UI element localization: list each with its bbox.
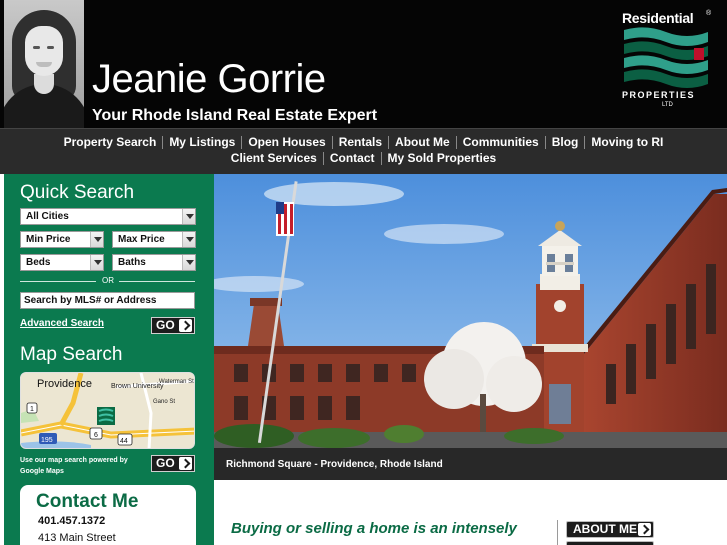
agent-name: Jeanie Gorrie [92,57,326,101]
map-university-label: Brown University [111,383,164,390]
contact-address: 413 Main Street [38,532,116,544]
intro-text: Buying or selling a home is an intensely [231,520,517,537]
map-street-label-1: Waterman St [159,379,194,385]
go-label: GO [156,318,175,332]
chevron-down-icon [182,255,195,270]
map-route-44: 44 [120,438,128,445]
agent-tagline: Your Rhode Island Real Estate Expert [92,107,378,124]
advanced-search-link[interactable]: Advanced Search [20,318,104,329]
about-me-button[interactable]: ABOUT ME [566,521,654,538]
nav-row-2: Client Services Contact My Sold Properties [0,150,727,166]
max-price-select[interactable]: Max Price [112,231,196,248]
max-price-value: Max Price [118,234,165,245]
brokerage-logo[interactable]: Residential ® PROPERTIES LTD [622,10,714,110]
chevron-right-icon [179,457,192,470]
baths-select[interactable]: Baths [112,254,196,271]
beds-value: Beds [26,257,51,268]
nav-moving-to-ri[interactable]: Moving to RI [585,134,669,150]
chevron-down-icon [182,209,195,224]
content-divider [557,520,558,545]
chevron-right-icon [179,319,192,332]
site-header: Jeanie Gorrie Your Rhode Island Real Est… [0,0,727,128]
city-select-value: All Cities [26,211,69,222]
min-price-value: Min Price [26,234,71,245]
map-search-note: Use our map search powered by Google Map… [20,457,128,475]
map-search-thumbnail[interactable]: Providence Brown University Waterman St … [20,372,195,449]
chevron-down-icon [90,232,103,247]
brand-properties: PROPERTIES [622,90,696,100]
brand-reg-mark: ® [706,10,712,17]
quick-search-title: Quick Search [20,182,135,203]
nav-about-me[interactable]: About Me [389,134,456,150]
or-text: OR [102,276,114,285]
hero-photo [214,174,727,480]
chevron-down-icon [182,232,195,247]
brand-ltd: LTD [662,102,673,108]
nav-rentals[interactable]: Rentals [333,134,388,150]
contact-box: Contact Me 401.457.1372 413 Main Street [20,485,196,545]
quick-search-go-button[interactable]: GO [151,317,195,334]
nav-contact[interactable]: Contact [324,150,381,166]
go-label: GO [156,456,175,470]
map-search-title: Map Search [20,344,123,365]
chevron-down-icon [90,255,103,270]
agent-portrait [4,0,84,128]
chevron-right-icon [638,523,651,536]
baths-value: Baths [118,257,146,268]
nav-my-listings[interactable]: My Listings [163,134,241,150]
contact-title: Contact Me [36,491,139,512]
nav-communities[interactable]: Communities [457,134,545,150]
sidebar: Quick Search All Cities Min Price Max Pr… [4,174,214,545]
nav-property-search[interactable]: Property Search [58,134,163,150]
mls-search-input[interactable]: Search by MLS# or Address [20,292,195,309]
min-price-select[interactable]: Min Price [20,231,104,248]
hero-image: Richmond Square - Providence, Rhode Isla… [214,174,727,480]
nav-blog[interactable]: Blog [546,134,585,150]
contact-phone[interactable]: 401.457.1372 [38,515,105,527]
nav-open-houses[interactable]: Open Houses [242,134,331,150]
nav-my-sold-properties[interactable]: My Sold Properties [382,150,503,166]
brand-wordmark: Residential [622,10,694,26]
hero-caption: Richmond Square - Providence, Rhode Isla… [226,459,443,470]
map-search-go-button[interactable]: GO [151,455,195,472]
beds-select[interactable]: Beds [20,254,104,271]
nav-client-services[interactable]: Client Services [225,150,323,166]
map-route-1: 1 [30,406,34,413]
map-street-label-2: Gano St [153,399,175,405]
brand-waves-icon [624,27,708,88]
map-route-195: 195 [41,437,53,444]
secondary-button[interactable] [566,541,654,545]
map-city-label: Providence [37,378,92,390]
about-me-label: ABOUT ME [573,522,637,536]
nav-row-1: Property Search My Listings Open Houses Ren… [0,134,727,150]
city-select[interactable]: All Cities [20,208,196,225]
or-divider: OR [20,276,195,286]
map-image: Providence Brown University Waterman St … [21,373,194,448]
map-route-6: 6 [94,432,98,439]
main-nav: Property Search My Listings Open Houses Ren… [0,128,727,174]
